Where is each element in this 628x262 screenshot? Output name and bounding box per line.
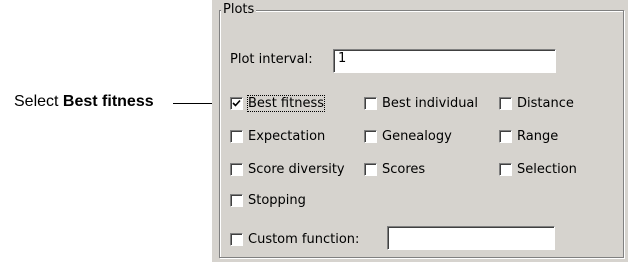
- checkbox-box[interactable]: [230, 96, 243, 110]
- checkbox-score-diversity[interactable]: Score diversity: [230, 161, 345, 177]
- checkbox-box[interactable]: [499, 162, 512, 176]
- checkbox-box[interactable]: [499, 96, 512, 110]
- options-panel: Plots Plot interval: 1 Best fitness Best…: [212, 0, 628, 262]
- checkbox-label: Best fitness: [247, 94, 325, 112]
- checkbox-label: Range: [517, 128, 559, 144]
- checkbox-genealogy[interactable]: Genealogy: [364, 128, 452, 144]
- plot-interval-label: Plot interval:: [230, 52, 313, 67]
- checkbox-label: Selection: [517, 161, 577, 177]
- checkbox-selection[interactable]: Selection: [499, 161, 577, 177]
- checkbox-distance[interactable]: Distance: [499, 95, 574, 111]
- checkbox-best-fitness[interactable]: Best fitness: [230, 94, 325, 112]
- checkbox-label: Genealogy: [382, 128, 452, 144]
- annotation-callout: Select Best fitness: [14, 93, 154, 111]
- checkbox-label: Scores: [382, 161, 426, 177]
- checkbox-label: Expectation: [248, 128, 326, 144]
- checkbox-best-individual[interactable]: Best individual: [364, 95, 478, 111]
- checkbox-stopping[interactable]: Stopping: [230, 192, 306, 208]
- checkbox-box[interactable]: [364, 96, 377, 110]
- plots-group-title: Plots: [221, 2, 257, 18]
- checkbox-box[interactable]: [230, 232, 243, 246]
- callout-prefix: Select: [14, 93, 59, 110]
- checkbox-label: Stopping: [248, 192, 306, 208]
- checkbox-label: Best individual: [382, 95, 479, 111]
- checkbox-expectation[interactable]: Expectation: [230, 128, 325, 144]
- checkbox-box[interactable]: [230, 193, 243, 207]
- checkbox-box[interactable]: [364, 162, 377, 176]
- checkbox-custom-function[interactable]: Custom function:: [230, 231, 359, 247]
- custom-function-input[interactable]: [387, 226, 555, 250]
- plot-interval-input[interactable]: 1: [333, 49, 556, 73]
- checkbox-box[interactable]: [230, 129, 243, 143]
- checkbox-box[interactable]: [230, 162, 243, 176]
- checkbox-box[interactable]: [499, 129, 512, 143]
- checkbox-label: Custom function:: [248, 231, 360, 247]
- checkbox-label: Score diversity: [248, 161, 345, 177]
- checkbox-range[interactable]: Range: [499, 128, 558, 144]
- checkbox-scores[interactable]: Scores: [364, 161, 425, 177]
- checkmark-icon: [232, 99, 241, 107]
- callout-bold: Best fitness: [62, 93, 154, 110]
- checkbox-label: Distance: [517, 95, 574, 111]
- checkbox-box[interactable]: [364, 129, 377, 143]
